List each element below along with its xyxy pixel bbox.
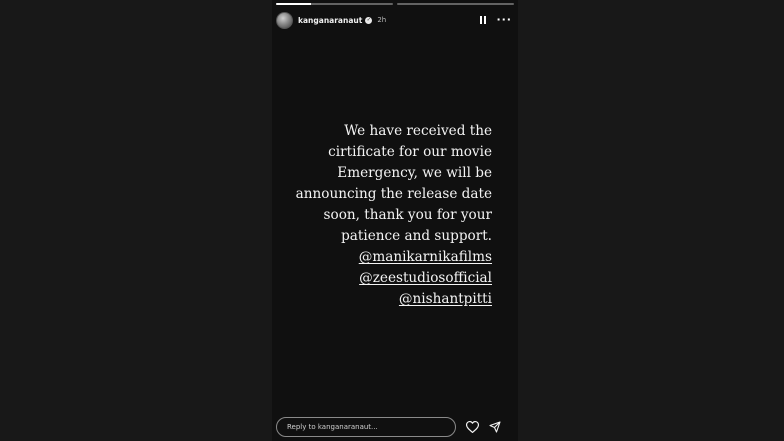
- progress-segment: [397, 3, 514, 5]
- mention-link[interactable]: @manikarnikafilms: [262, 247, 492, 268]
- story-text: We have received the cirtificate for our…: [262, 121, 492, 310]
- story-text-line: Emergency, we will be: [337, 165, 492, 181]
- story-footer: Reply to kanganaranaut...: [276, 415, 512, 439]
- heart-icon[interactable]: [465, 420, 479, 434]
- story-text-line: We have received the: [344, 123, 492, 139]
- mention-link[interactable]: @nishantpitti: [262, 289, 492, 310]
- story-time: 2h: [377, 16, 387, 24]
- story-viewer[interactable]: kanganaranaut ✓ 2h ··· We have received …: [272, 0, 518, 441]
- send-icon[interactable]: [488, 420, 502, 434]
- story-header: kanganaranaut ✓ 2h ···: [276, 10, 512, 30]
- username[interactable]: kanganaranaut: [298, 16, 362, 25]
- story-text-line: soon, thank you for your: [323, 207, 492, 223]
- progress-segment: [276, 3, 393, 5]
- story-progress: [276, 3, 514, 5]
- reply-input[interactable]: Reply to kanganaranaut...: [276, 417, 456, 437]
- pause-icon[interactable]: [480, 16, 487, 24]
- mention-link[interactable]: @zeestudiosofficial: [262, 268, 492, 289]
- reply-placeholder: Reply to kanganaranaut...: [287, 423, 378, 431]
- story-text-line: patience and support.: [341, 228, 492, 244]
- avatar[interactable]: [276, 11, 293, 29]
- left-backdrop: [0, 0, 272, 441]
- verified-badge-icon: ✓: [365, 16, 373, 24]
- story-text-line: cirtificate for our movie: [328, 144, 492, 160]
- story-text-line: announcing the release date: [295, 186, 492, 202]
- more-options-icon[interactable]: ···: [496, 14, 512, 25]
- right-backdrop: [518, 0, 784, 441]
